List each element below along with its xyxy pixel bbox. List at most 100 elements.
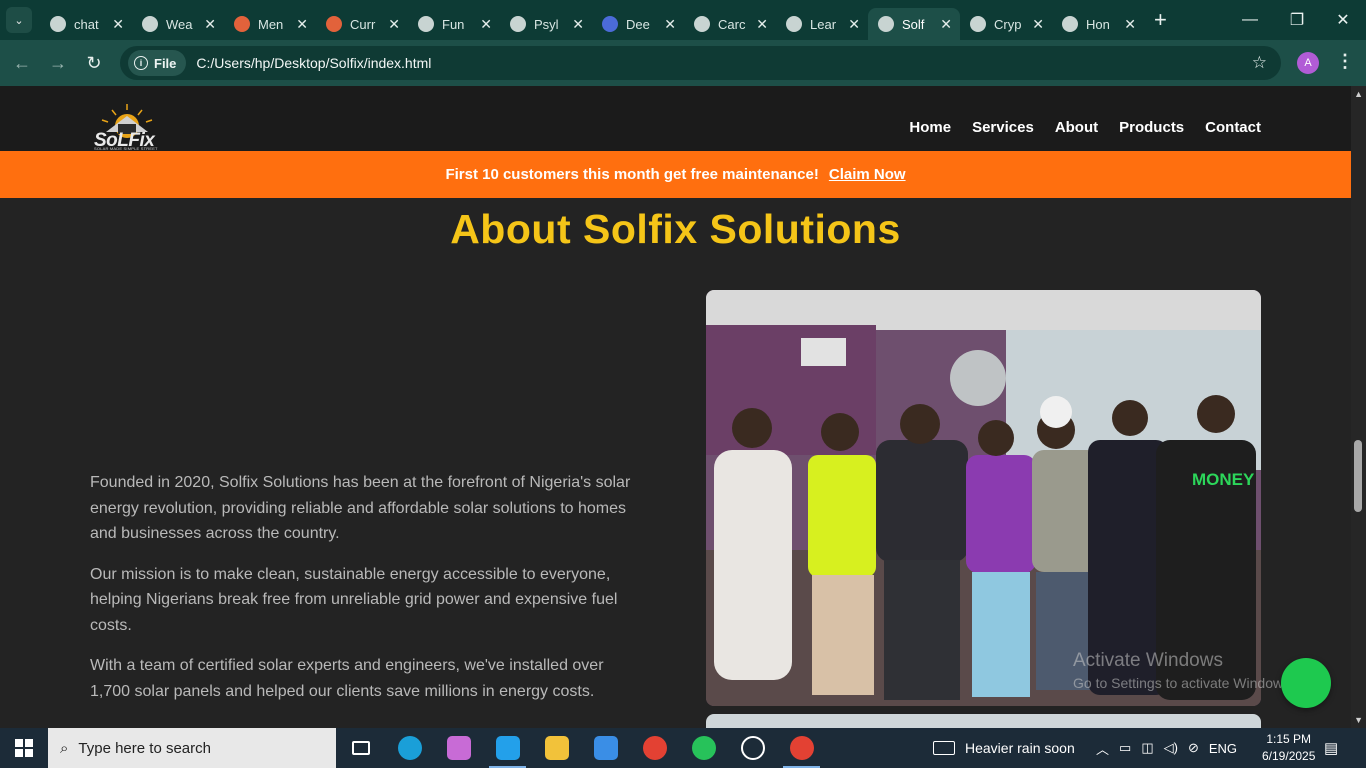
globe-icon [878, 16, 894, 32]
windows-start-button[interactable] [0, 728, 48, 768]
weather-icon [933, 741, 955, 755]
chrome-profile-icon[interactable] [777, 728, 826, 768]
minimize-icon[interactable]: — [1227, 0, 1273, 40]
second-photo-preview [706, 714, 1261, 728]
new-tab-icon[interactable]: + [1154, 7, 1167, 33]
close-icon[interactable]: ✕ [848, 16, 860, 33]
scroll-thumb[interactable] [1354, 440, 1362, 512]
chip-label: File [154, 55, 177, 71]
main-nav: Home Services About Products Contact [909, 119, 1261, 136]
tab-label: Carc [718, 16, 746, 32]
vscode-icon[interactable] [483, 728, 532, 768]
tab[interactable]: Dee ✕ [592, 8, 684, 40]
tab-label: Men [258, 16, 284, 32]
copilot-icon[interactable] [434, 728, 483, 768]
language-indicator[interactable]: ENG [1209, 741, 1237, 756]
tab-label: Cryp [994, 16, 1022, 32]
tab[interactable]: chat ✕ [40, 8, 132, 40]
close-icon[interactable]: ✕ [756, 16, 768, 33]
edge-icon[interactable] [385, 728, 434, 768]
mic-muted-icon[interactable]: ⊘ [1188, 740, 1199, 756]
close-icon[interactable]: ✕ [388, 16, 400, 33]
notifications-icon[interactable]: ▤ [1324, 739, 1338, 757]
browser-tab-bar: ⌄ chat ✕ Wea ✕ Men ✕ Curr ✕ Fun ✕ Psyl ✕ Dee ✕ … [0, 0, 1366, 40]
tab[interactable]: Wea ✕ [132, 8, 224, 40]
fox-icon [326, 16, 342, 32]
about-heading: About Solfix Solutions [450, 206, 901, 252]
store-icon[interactable] [581, 728, 630, 768]
network-icon[interactable]: ◫ [1141, 740, 1153, 756]
task-view-icon[interactable] [336, 728, 385, 768]
address-bar[interactable]: i File C:/Users/hp/Desktop/Solfix/index.h… [120, 46, 1281, 80]
whatsapp-icon[interactable] [679, 728, 728, 768]
weather-widget[interactable]: Heavier rain soon [933, 728, 1075, 768]
tab-label: Curr [350, 16, 376, 32]
watermark-line-2: Go to Settings to activate Windows. [1073, 675, 1294, 691]
forward-icon[interactable]: → [40, 53, 76, 74]
back-icon[interactable]: ← [4, 53, 40, 74]
windows-taskbar: ⌕ Type here to search Heavier rain soon … [0, 728, 1366, 768]
about-paragraph: Founded in 2020, Solfix Solutions has be… [90, 474, 631, 542]
taskbar-search[interactable]: ⌕ Type here to search [48, 728, 336, 768]
menu-kebab-icon[interactable]: ⋮ [1336, 51, 1354, 72]
close-icon[interactable]: ✕ [204, 16, 216, 33]
globe-icon [786, 16, 802, 32]
close-icon[interactable]: ✕ [296, 16, 308, 33]
nav-about[interactable]: About [1055, 119, 1098, 136]
claim-now-link[interactable]: Claim Now [829, 166, 906, 183]
fox-icon [234, 16, 250, 32]
bookmark-star-icon[interactable]: ☆ [1252, 53, 1267, 73]
file-explorer-icon[interactable] [532, 728, 581, 768]
clock-date: 6/19/2025 [1262, 749, 1316, 763]
vertical-scrollbar[interactable]: ▲ ▼ [1351, 86, 1366, 728]
close-icon[interactable]: ✕ [480, 16, 492, 33]
restore-icon[interactable]: ❐ [1274, 0, 1320, 40]
close-icon[interactable]: ✕ [572, 16, 584, 33]
profile-avatar[interactable]: A [1297, 52, 1319, 74]
nav-products[interactable]: Products [1119, 119, 1184, 136]
close-icon[interactable]: ✕ [1124, 16, 1136, 33]
reload-icon[interactable]: ↻ [76, 53, 112, 74]
tab-label: Fun [442, 16, 465, 32]
tab-label: Psyl [534, 16, 559, 32]
search-icon: ⌕ [60, 739, 69, 757]
chat-button[interactable] [1281, 658, 1331, 708]
obs-icon[interactable] [728, 728, 777, 768]
promo-banner: First 10 customers this month get free m… [0, 151, 1351, 198]
close-icon[interactable]: ✕ [940, 16, 952, 33]
tab[interactable]: Lear ✕ [776, 8, 868, 40]
tab-label: Wea [166, 16, 193, 32]
site-info-chip[interactable]: i File [128, 50, 187, 76]
close-window-icon[interactable]: ✕ [1320, 0, 1366, 40]
tab[interactable]: Psyl ✕ [500, 8, 592, 40]
tab-strip: chat ✕ Wea ✕ Men ✕ Curr ✕ Fun ✕ Psyl ✕ Dee ✕ Ca… [40, 0, 1167, 40]
chrome-icon[interactable] [630, 728, 679, 768]
close-icon[interactable]: ✕ [664, 16, 676, 33]
scroll-down-icon[interactable]: ▼ [1354, 715, 1363, 725]
globe-icon [418, 16, 434, 32]
url-text[interactable]: C:/Users/hp/Desktop/Solfix/index.html [196, 55, 431, 71]
tab[interactable]: Curr ✕ [316, 8, 408, 40]
chevron-up-icon[interactable]: ︿ [1096, 739, 1109, 758]
chatgpt-icon [50, 16, 66, 32]
nav-services[interactable]: Services [972, 119, 1034, 136]
close-icon[interactable]: ✕ [1032, 16, 1044, 33]
globe-icon [142, 16, 158, 32]
weather-text: Heavier rain soon [965, 740, 1075, 756]
close-icon[interactable]: ✕ [112, 16, 124, 33]
tab[interactable]: Fun ✕ [408, 8, 500, 40]
tab-active[interactable]: Solf ✕ [868, 8, 960, 40]
info-icon: i [134, 56, 148, 70]
tab[interactable]: Men ✕ [224, 8, 316, 40]
windows-logo-icon [15, 739, 33, 757]
nav-home[interactable]: Home [909, 119, 951, 136]
taskbar-clock[interactable]: 1:15 PM 6/19/2025 [1262, 731, 1315, 765]
nav-contact[interactable]: Contact [1205, 119, 1261, 136]
tab[interactable]: Hon ✕ [1052, 8, 1144, 40]
battery-icon[interactable]: ▭ [1119, 740, 1131, 756]
tab[interactable]: Carc ✕ [684, 8, 776, 40]
scroll-up-icon[interactable]: ▲ [1354, 89, 1363, 99]
volume-icon[interactable]: ◁) [1164, 740, 1178, 756]
tab[interactable]: Cryp ✕ [960, 8, 1052, 40]
tab-search-icon[interactable]: ⌄ [6, 7, 32, 33]
